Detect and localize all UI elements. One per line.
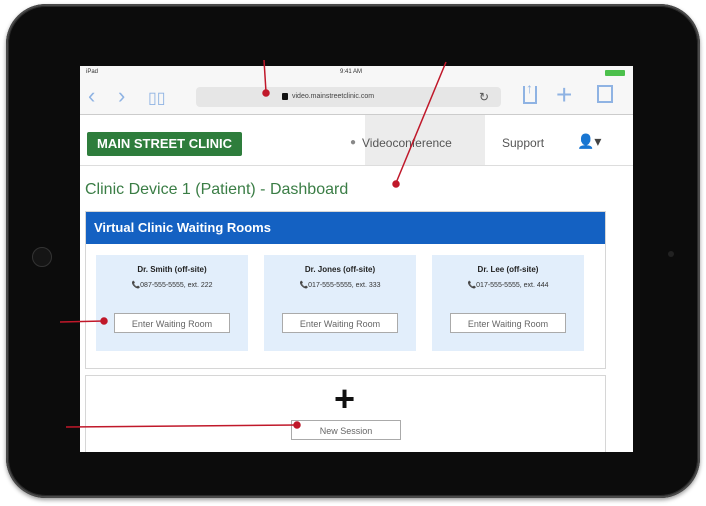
add-icon[interactable]: + [334,381,355,417]
doctor-name: Dr. Smith (off-site) [137,265,207,274]
bookmarks-icon[interactable]: ▯▯ [148,88,166,110]
battery-icon [605,70,625,76]
tabs-icon[interactable] [597,85,613,103]
app-navbar: MAIN STREET CLINIC ● Videoconference Sup… [80,115,633,166]
doctor-name: Dr. Jones (off-site) [304,265,376,274]
brand-logo[interactable]: MAIN STREET CLINIC [87,132,243,156]
doctor-phone: 📞017-555-5555, ext. 333 [299,282,381,289]
user-menu-icon[interactable]: 👤▾ [577,133,601,150]
screen: iPad 9:41 AM ‹ › ▯▯ video.mainstreetclin… [80,66,633,452]
doctor-card: Dr. Jones (off-site) 📞017-555-5555, ext.… [264,255,416,351]
device-label: iPad [86,69,99,75]
status-time: 9:41 AM [340,69,363,75]
enter-waiting-room-button[interactable]: Enter Waiting Room [282,313,398,333]
doctor-name: Dr. Lee (off-site) [477,265,539,274]
url-text: video.mainstreetclinic.com [292,93,375,100]
plus-icon[interactable]: + [556,81,572,109]
phone-icon: 📞 [467,282,477,289]
reload-icon[interactable]: ↻ [479,90,489,104]
page-title: Clinic Device 1 (Patient) - Dashboard [85,181,349,198]
doctor-card: Dr. Lee (off-site) 📞017-555-5555, ext. 4… [432,255,584,351]
lock-icon [282,93,288,100]
browser-toolbar: ‹ › ▯▯ video.mainstreetclinic.com ↻ ↑ + [80,80,633,115]
home-button[interactable] [32,247,52,267]
tablet-frame: iPad 9:41 AM ‹ › ▯▯ video.mainstreetclin… [6,4,700,498]
phone-icon: 📞 [299,282,309,289]
bullet-icon: ● [350,137,357,148]
nav-item-videoconference[interactable]: Videoconference [362,136,452,150]
phone-icon: 📞 [131,282,141,289]
camera-icon [668,251,674,257]
nav-item-support[interactable]: Support [502,136,544,150]
enter-waiting-room-button[interactable]: Enter Waiting Room [450,313,566,333]
doctor-phone: 📞017-555-5555, ext. 444 [467,282,549,289]
url-field[interactable]: video.mainstreetclinic.com ↻ [196,87,501,107]
doctor-phone: 📞087-555-5555, ext. 222 [131,282,213,289]
new-session-panel: + New Session [85,375,606,452]
waiting-rooms-panel: Virtual Clinic Waiting Rooms Dr. Smith (… [85,211,606,369]
panel-header: Virtual Clinic Waiting Rooms [86,212,605,244]
doctor-card: Dr. Smith (off-site) 📞087-555-5555, ext.… [96,255,248,351]
share-arrow-icon: ↑ [526,80,533,96]
new-session-button[interactable]: New Session [291,420,401,440]
forward-icon[interactable]: › [118,85,125,107]
back-icon[interactable]: ‹ [88,85,95,107]
enter-waiting-room-button[interactable]: Enter Waiting Room [114,313,230,333]
status-bar: iPad 9:41 AM [80,66,633,80]
